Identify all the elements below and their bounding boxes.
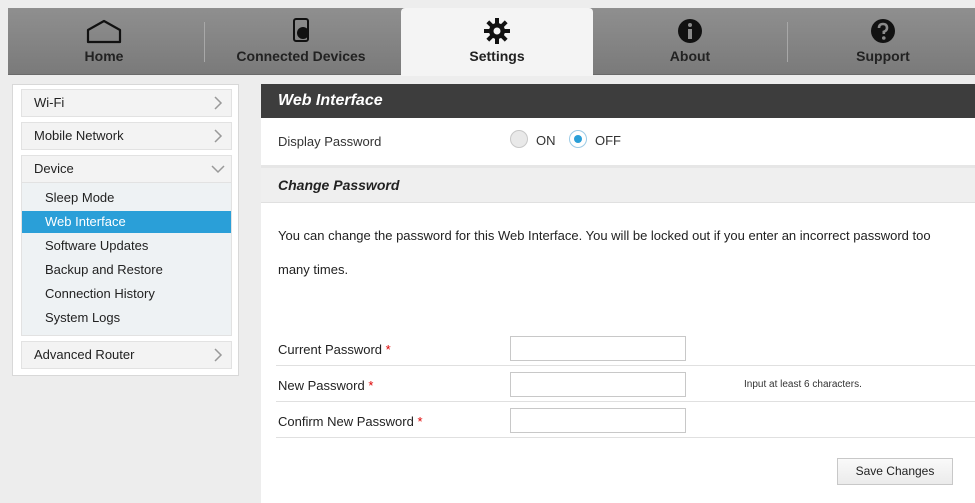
gear-icon [484,18,510,47]
submenu-item-connection-history[interactable]: Connection History [22,283,231,305]
tab-about[interactable]: About [594,8,786,74]
chevron-right-icon [214,348,223,362]
tab-support[interactable]: Support [787,8,975,74]
submenu-item-backup-restore[interactable]: Backup and Restore [22,259,231,281]
tab-connected-devices-label: Connected Devices [236,48,366,64]
sidebar-item-label: Device [34,161,74,176]
new-password-hint: Input at least 6 characters. [744,379,862,390]
submenu-item-system-logs[interactable]: System Logs [22,307,231,329]
sidebar-item-mobile-network[interactable]: Mobile Network [21,122,232,150]
devices-icon [289,18,313,47]
tab-home[interactable]: Home [8,8,200,74]
device-submenu: Sleep Mode Web Interface Software Update… [21,183,232,336]
sidebar-item-label: Wi-Fi [34,95,65,110]
save-changes-button[interactable]: Save Changes [837,458,953,485]
display-password-on-radio[interactable] [510,130,528,148]
sidebar-item-label: Advanced Router [34,347,135,362]
current-password-input[interactable] [510,336,686,361]
display-password-label: Display Password [278,134,382,149]
new-password-label: New Password * [278,378,374,393]
main-panel: Web Interface Display Password ON OFF Ch… [261,84,975,503]
current-password-label: Current Password * [278,342,391,357]
tab-connected-devices[interactable]: Connected Devices [205,8,397,74]
info-icon [677,18,703,47]
current-password-row: Current Password * [276,334,975,366]
confirm-password-label: Confirm New Password * [278,414,423,429]
chevron-right-icon [214,96,223,110]
sidebar: Wi-Fi Mobile Network Device Sleep Mode W… [12,84,239,376]
new-password-input[interactable] [510,372,686,397]
tab-home-label: Home [84,48,124,64]
submenu-item-web-interface[interactable]: Web Interface [22,211,231,233]
radio-on-label: ON [536,133,556,148]
tab-settings[interactable]: Settings [401,8,593,76]
confirm-password-input[interactable] [510,408,686,433]
chevron-down-icon [211,165,225,174]
display-password-row: Display Password ON OFF [261,118,975,168]
tab-support-label: Support [856,48,910,64]
change-password-header: Change Password [261,168,975,203]
help-icon [870,18,896,47]
display-password-off-radio[interactable] [569,130,587,148]
tab-settings-label: Settings [469,48,525,64]
new-password-row: New Password * Input at least 6 characte… [276,370,975,402]
home-icon [84,18,124,47]
sidebar-item-device[interactable]: Device [21,155,232,183]
tab-about-label: About [669,48,711,64]
top-navigation: Home Connected Devices Settings About Su… [8,8,975,76]
submenu-item-software-updates[interactable]: Software Updates [22,235,231,257]
page-title: Web Interface [261,84,975,118]
sidebar-item-advanced-router[interactable]: Advanced Router [21,341,232,369]
chevron-right-icon [214,129,223,143]
sidebar-item-label: Mobile Network [34,128,124,143]
radio-off-label: OFF [595,133,621,148]
change-password-description: You can change the password for this Web… [278,228,931,277]
submenu-item-sleep-mode[interactable]: Sleep Mode [22,187,231,209]
sidebar-item-wifi[interactable]: Wi-Fi [21,89,232,117]
confirm-password-row: Confirm New Password * [276,406,975,438]
